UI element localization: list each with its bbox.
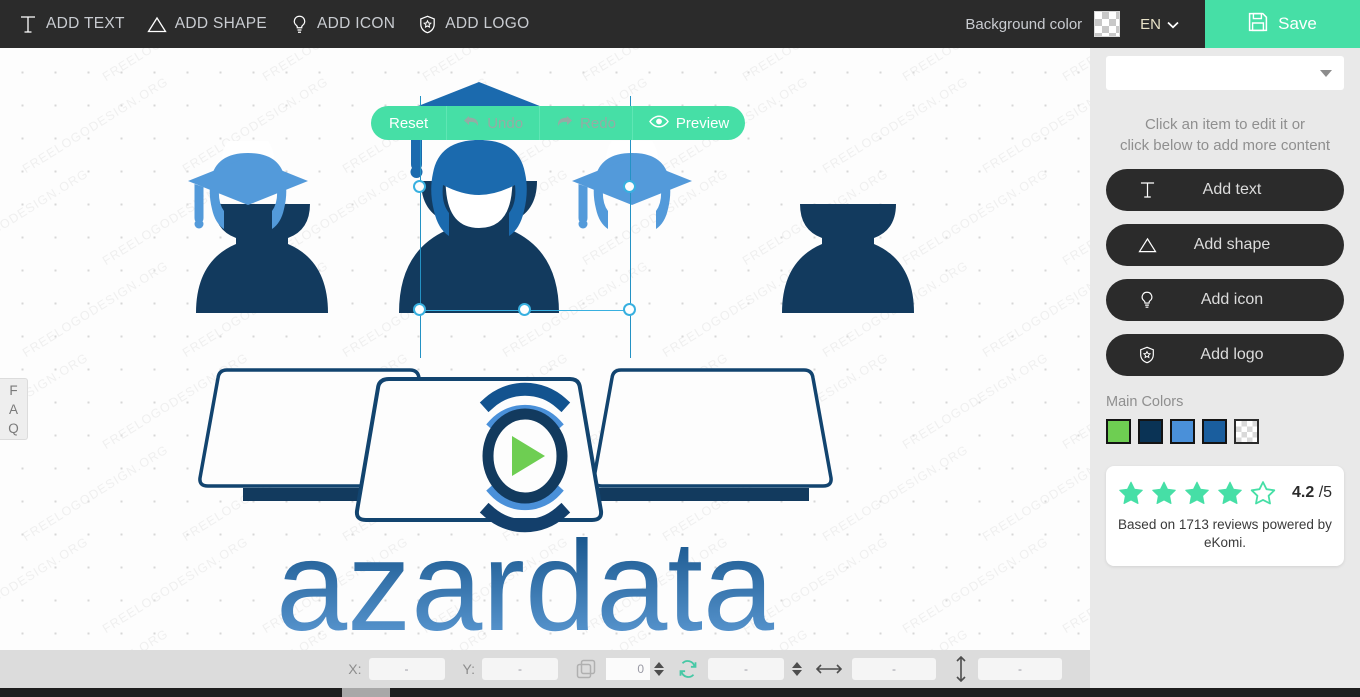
language-label: EN: [1140, 15, 1161, 33]
rotation-stepper[interactable]: [792, 662, 802, 676]
lightbulb-icon: [289, 13, 309, 35]
undo-button[interactable]: Undo: [446, 106, 540, 140]
add-logo-menu-button[interactable]: ADD LOGO: [417, 0, 529, 48]
redo-button-label: Redo: [580, 114, 616, 132]
preview-button-label: Preview: [675, 114, 730, 132]
eye-icon: [649, 114, 669, 132]
reset-button-label: Reset: [389, 114, 429, 132]
add-text-menu-label: ADD TEXT: [46, 15, 125, 32]
add-logo-button[interactable]: Add logo: [1106, 334, 1344, 376]
logo-canvas[interactable]: FREELOGODESIGN.ORG FREELOGODESIGN.ORG FREE…: [0, 48, 1090, 650]
color-swatch-green[interactable]: [1106, 419, 1131, 444]
color-swatch-lightblue[interactable]: [1170, 419, 1195, 444]
rotate-icon[interactable]: [678, 659, 698, 679]
add-text-button[interactable]: Add text: [1106, 169, 1344, 211]
main-colors-swatches: [1106, 419, 1344, 444]
background-color-control[interactable]: Background color: [965, 11, 1121, 37]
add-text-menu-button[interactable]: ADD TEXT: [18, 0, 125, 48]
lightbulb-icon: [1136, 291, 1158, 309]
color-swatch-transparent[interactable]: [1234, 419, 1259, 444]
y-label: Y:: [462, 661, 475, 677]
add-logo-menu-label: ADD LOGO: [445, 15, 530, 32]
x-label: X:: [348, 661, 362, 677]
height-input[interactable]: -: [978, 658, 1062, 680]
graduate-right: [572, 141, 914, 313]
faq-letter-f: F: [9, 382, 18, 398]
redo-button[interactable]: Redo: [539, 106, 632, 140]
rotation-input[interactable]: -: [708, 658, 784, 680]
language-selector[interactable]: EN: [1140, 16, 1179, 33]
save-button-label: Save: [1278, 14, 1317, 33]
preview-button[interactable]: Preview: [631, 106, 746, 140]
chevron-down-icon: [1320, 69, 1332, 77]
rating-value: 4.2 /5: [1292, 484, 1332, 502]
graduate-left: [188, 141, 328, 313]
layer-input[interactable]: 0: [606, 658, 650, 680]
text-icon: [1136, 182, 1158, 198]
faq-letter-q: Q: [8, 420, 19, 436]
redo-arrow-icon: [556, 114, 573, 132]
font-select-dropdown[interactable]: [1106, 56, 1344, 90]
faq-letter-a: A: [8, 401, 18, 417]
save-button[interactable]: Save: [1205, 0, 1360, 48]
layer-stepper[interactable]: [654, 662, 664, 676]
color-swatch-blue[interactable]: [1202, 419, 1227, 444]
rating-stars: 4.2 /5: [1118, 480, 1332, 506]
add-shape-button[interactable]: Add shape: [1106, 224, 1344, 266]
history-toolbar: Reset Undo Redo Preview: [371, 106, 746, 140]
add-shape-menu-label: ADD SHAPE: [174, 15, 268, 32]
triangle-icon: [147, 13, 167, 35]
properties-toolbar: X: - Y: - 0 - - -: [0, 650, 1090, 688]
reviews-card: 4.2 /5 Based on 1713 reviews powered by …: [1106, 466, 1344, 566]
color-swatch-navy[interactable]: [1138, 419, 1163, 444]
rating-max: /5: [1318, 484, 1333, 501]
width-arrow-icon: [816, 662, 842, 676]
floppy-disk-icon: [1248, 12, 1268, 37]
width-input[interactable]: -: [852, 658, 936, 680]
star-filled-icon: [1218, 481, 1242, 504]
background-color-swatch[interactable]: [1094, 11, 1121, 37]
horizontal-scrollbar[interactable]: [0, 688, 1360, 697]
scrollbar-thumb[interactable]: [342, 688, 390, 697]
star-filled-icon: [1119, 481, 1143, 504]
undo-button-label: Undo: [487, 114, 524, 132]
chevron-down-icon: [1167, 16, 1179, 33]
triangle-icon: [1136, 237, 1158, 253]
copy-icon[interactable]: [576, 659, 596, 679]
star-empty-icon: [1250, 481, 1276, 505]
add-shape-menu-button[interactable]: ADD SHAPE: [147, 0, 267, 48]
faq-tab[interactable]: F A Q: [0, 378, 28, 440]
right-sidebar: Click an item to edit it or click below …: [1090, 48, 1360, 697]
rating-number: 4.2: [1291, 484, 1315, 501]
add-icon-button[interactable]: Add icon: [1106, 279, 1344, 321]
top-toolbar: ADD TEXT ADD SHAPE ADD ICON ADD LOGO Bac…: [0, 0, 1360, 48]
reviews-text: Based on 1713 reviews powered by eKomi.: [1118, 517, 1332, 550]
laptop-right: [592, 368, 833, 488]
y-input[interactable]: -: [482, 658, 558, 680]
star-filled-icon: [1152, 481, 1176, 504]
editor-hint: Click an item to edit it or click below …: [1106, 114, 1344, 156]
height-arrow-icon: [954, 656, 968, 682]
editor-hint-line2: click below to add more content: [1119, 137, 1331, 154]
reset-button[interactable]: Reset: [371, 106, 447, 140]
add-icon-menu-button[interactable]: ADD ICON: [289, 0, 395, 48]
star-filled-icon: [1185, 481, 1209, 504]
background-color-label: Background color: [965, 15, 1083, 33]
text-icon: [18, 13, 38, 35]
undo-arrow-icon: [463, 114, 480, 132]
logo-text: azardata: [276, 515, 775, 650]
shield-star-icon: [417, 13, 437, 35]
shield-star-icon: [1136, 346, 1158, 364]
x-input[interactable]: -: [368, 658, 445, 680]
editor-hint-line1: Click an item to edit it or: [1144, 116, 1306, 133]
add-icon-menu-label: ADD ICON: [317, 15, 396, 32]
main-colors-label: Main Colors: [1106, 394, 1184, 410]
